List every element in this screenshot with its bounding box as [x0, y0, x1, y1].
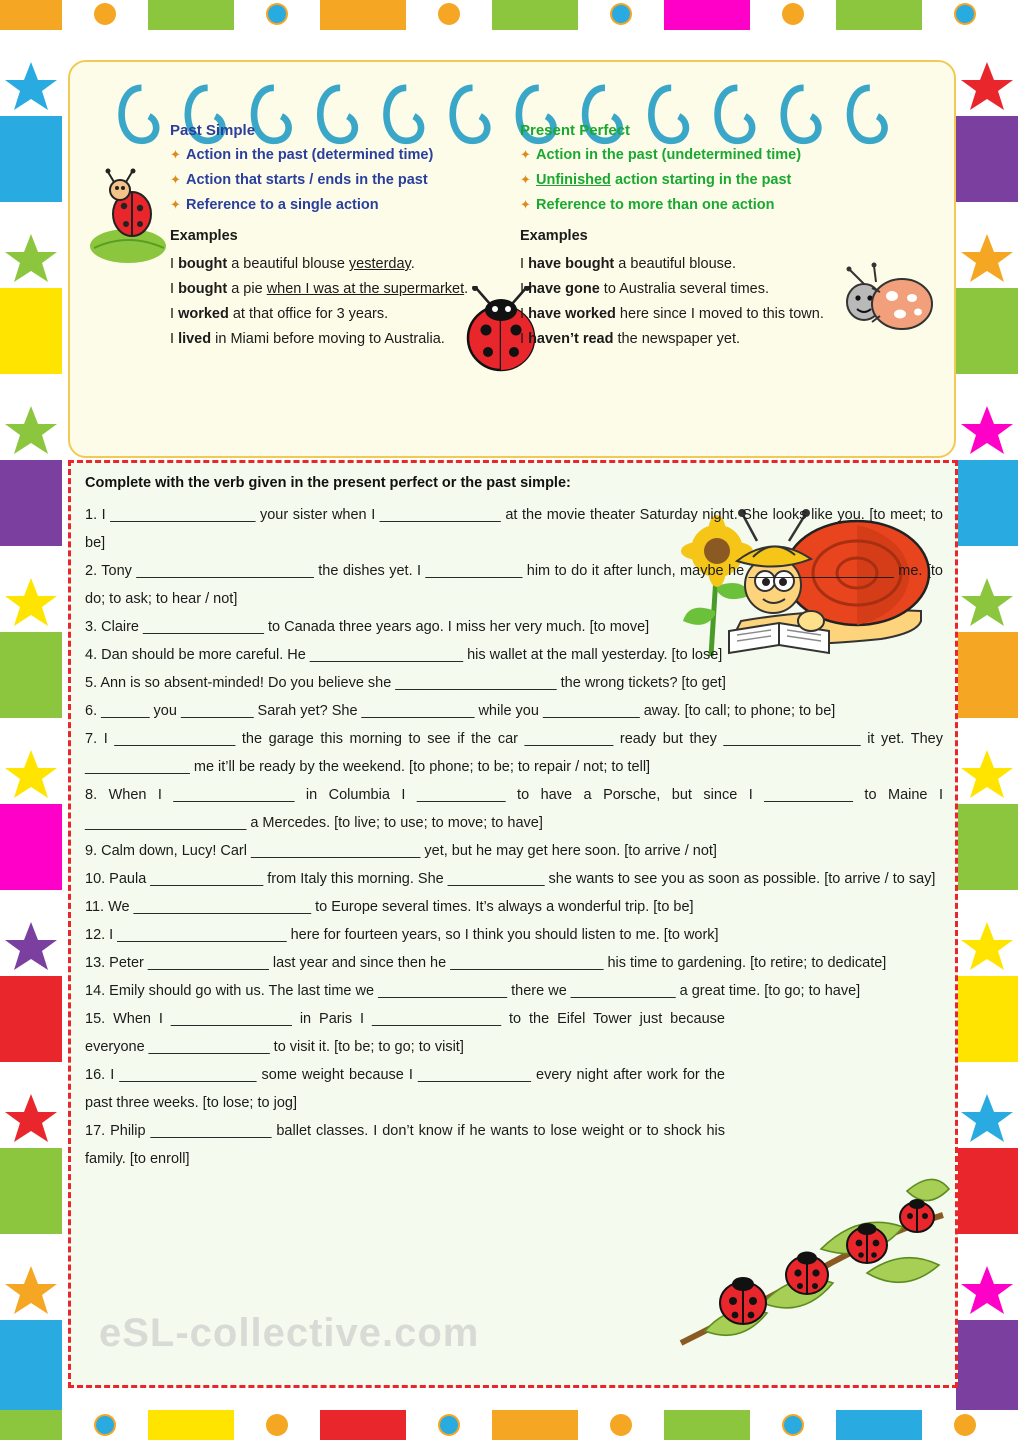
present-perfect-example-2: I have gone to Australia several times.	[520, 277, 940, 302]
bullet-rest: action starting in the past	[610, 172, 792, 188]
bullet-underline: Unfinished	[536, 172, 611, 188]
ex-verb: worked	[178, 306, 229, 322]
past-simple-bullet-1: ✦ Action in the past (determined time)	[170, 146, 520, 164]
past-simple-example-4: I lived in Miami before moving to Austra…	[170, 327, 520, 352]
exercise-item: 14. Emily should go with us. The last ti…	[85, 983, 861, 999]
exercise-item: 4. Dan should be more careful. He ______…	[85, 647, 723, 663]
bullet-text: Action in the past (undetermined time)	[536, 147, 802, 163]
bullet-text: Action that starts / ends in the past	[186, 172, 428, 188]
present-perfect-bullet-2: ✦ Unfinished action starting in the past	[520, 171, 940, 189]
exercise-item: 12. I _____________________ here for fou…	[85, 927, 719, 943]
past-simple-example-1: I bought a beautiful blouse yesterday.	[170, 252, 520, 277]
ex-post: at that office for 3 years.	[228, 306, 389, 322]
ant-on-leaf-icon	[90, 168, 166, 263]
ladybugs-on-branch-icon	[679, 1178, 951, 1346]
ex-pre: I	[170, 281, 179, 297]
worksheet-page: Past Simple ✦ Action in the past (determ…	[62, 24, 958, 1406]
ex-tail: .	[464, 281, 469, 297]
past-simple-title: Past Simple	[170, 122, 256, 139]
ex-post: a beautiful blouse.	[614, 256, 736, 272]
bullet-text: Reference to more than one action	[536, 197, 775, 213]
ex-post: a beautiful blouse	[227, 256, 349, 272]
exercise-item: 13. Peter _______________ last year and …	[85, 955, 887, 971]
ex-post: to Australia several times.	[599, 281, 770, 297]
exercise-instruction: Complete with the verb given in the pres…	[85, 475, 571, 491]
present-perfect-bullet-3: ✦ Reference to more than one action	[520, 196, 940, 214]
ex-post: the newspaper yet.	[613, 331, 741, 347]
ex-underline: yesterday	[348, 256, 411, 272]
past-simple-column: Past Simple ✦ Action in the past (determ…	[170, 122, 520, 352]
watermark: eSL-collective.com	[99, 1311, 480, 1355]
exercise-item: 2. Tony ______________________ the dishe…	[85, 563, 943, 607]
bullet-text: Reference to a single action	[186, 197, 379, 213]
exercise-item: 9. Calm down, Lucy! Carl _______________…	[85, 843, 717, 859]
ex-pre: I	[520, 306, 529, 322]
present-perfect-example-1: I have bought a beautiful blouse.	[520, 252, 940, 277]
ex-verb: have worked	[528, 306, 616, 322]
present-perfect-title: Present Perfect	[520, 122, 631, 139]
present-perfect-examples-title: Examples	[520, 228, 588, 244]
exercise-items: 1. I __________________ your sister when…	[85, 501, 943, 1173]
ex-post: a pie	[227, 281, 267, 297]
bullet-arrow-icon: ✦	[170, 147, 181, 162]
ex-verb: have gone	[528, 281, 600, 297]
bullet-text: Unfinished action starting in the past	[536, 171, 791, 189]
present-perfect-bullet-1: ✦ Action in the past (undetermined time)	[520, 146, 940, 164]
exercise-item: 1. I __________________ your sister when…	[85, 507, 943, 551]
exercise-box: Complete with the verb given in the pres…	[68, 460, 958, 1388]
ex-post: in Miami before moving to Australia.	[211, 331, 445, 347]
exercise-item: 8. When I _______________ in Columbia I …	[85, 787, 943, 831]
ex-verb: haven’t read	[528, 331, 614, 347]
bullet-arrow-icon: ✦	[520, 147, 531, 162]
ex-verb: bought	[178, 256, 228, 272]
present-perfect-example-3: I have worked here since I moved to this…	[520, 302, 940, 327]
bullet-arrow-icon: ✦	[170, 197, 181, 212]
exercise-item: 16. I _________________ some weight beca…	[85, 1067, 725, 1111]
exercise-item: 15. When I _______________ in Paris I __…	[85, 1011, 725, 1055]
ex-pre: I	[520, 331, 529, 347]
past-simple-bullet-2: ✦ Action that starts / ends in the past	[170, 171, 520, 189]
exercise-item: 10. Paula ______________ from Italy this…	[85, 871, 936, 887]
past-simple-example-3: I worked at that office for 3 years.	[170, 302, 520, 327]
ex-post: here since I moved to this town.	[615, 306, 824, 322]
ex-tail: .	[410, 256, 415, 272]
exercise-item: 3. Claire _______________ to Canada thre…	[85, 619, 650, 635]
exercise-item: 11. We ______________________ to Europe …	[85, 899, 694, 915]
exercise-item: 6. ______ you _________ Sarah yet? She _…	[85, 703, 836, 719]
past-simple-bullet-3: ✦ Reference to a single action	[170, 196, 520, 214]
ex-verb: bought	[178, 281, 228, 297]
bullet-arrow-icon: ✦	[520, 197, 531, 212]
bullet-text: Action in the past (determined time)	[186, 147, 434, 163]
ex-pre: I	[170, 331, 179, 347]
ex-pre: I	[170, 256, 179, 272]
ex-pre: I	[520, 256, 529, 272]
exercise-item: 7. I _______________ the garage this mor…	[85, 731, 943, 775]
bullet-arrow-icon: ✦	[170, 172, 181, 187]
exercise-item: 5. Ann is so absent-minded! Do you belie…	[85, 675, 726, 691]
present-perfect-column: Present Perfect ✦ Action in the past (un…	[520, 122, 940, 352]
ex-pre: I	[170, 306, 179, 322]
grammar-note-card: Past Simple ✦ Action in the past (determ…	[68, 60, 956, 458]
ex-pre: I	[520, 281, 529, 297]
bullet-arrow-icon: ✦	[520, 172, 531, 187]
present-perfect-example-4: I haven’t read the newspaper yet.	[520, 327, 940, 352]
exercise-item: 17. Philip _______________ ballet classe…	[85, 1123, 725, 1167]
past-simple-examples-title: Examples	[170, 228, 238, 244]
past-simple-example-2: I bought a pie when I was at the superma…	[170, 277, 520, 302]
ex-verb: have bought	[528, 256, 615, 272]
ex-verb: lived	[178, 331, 212, 347]
ex-underline: when I was at the supermarket	[266, 281, 465, 297]
